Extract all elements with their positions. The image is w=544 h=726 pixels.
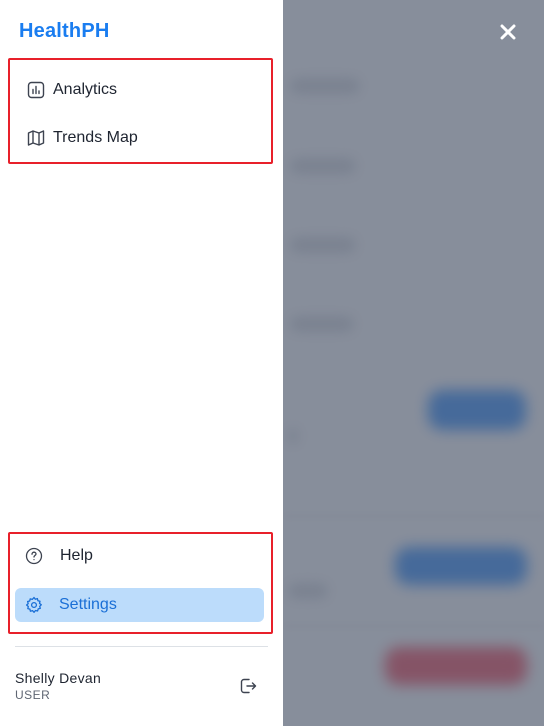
- app-brand: HealthPH: [19, 20, 110, 42]
- nav-item-settings[interactable]: Settings: [15, 588, 264, 622]
- user-name: Shelly Devan: [15, 670, 102, 686]
- divider: [15, 646, 268, 647]
- navigation-drawer: HealthPH Analytics Trends Map Help Setti…: [0, 0, 283, 726]
- nav-item-help[interactable]: Help: [10, 538, 271, 574]
- bar-chart-icon: [26, 80, 46, 100]
- nav-item-label: Analytics: [53, 81, 118, 98]
- logout-button[interactable]: [236, 674, 260, 698]
- primary-nav-group: Analytics Trends Map: [8, 58, 273, 164]
- nav-item-analytics[interactable]: Analytics: [10, 72, 271, 108]
- nav-item-label: Settings: [59, 596, 117, 613]
- close-drawer-button[interactable]: [492, 16, 524, 48]
- secondary-nav-group: Help Settings: [8, 532, 273, 634]
- nav-item-label: Help: [60, 547, 93, 564]
- close-icon: [500, 24, 516, 40]
- user-role: USER: [15, 688, 51, 702]
- nav-item-trends-map[interactable]: Trends Map: [10, 120, 271, 156]
- logout-icon: [240, 678, 257, 694]
- map-icon: [26, 128, 46, 148]
- help-circle-icon: [24, 546, 44, 566]
- gear-icon: [24, 595, 44, 615]
- nav-item-label: Trends Map: [53, 129, 138, 146]
